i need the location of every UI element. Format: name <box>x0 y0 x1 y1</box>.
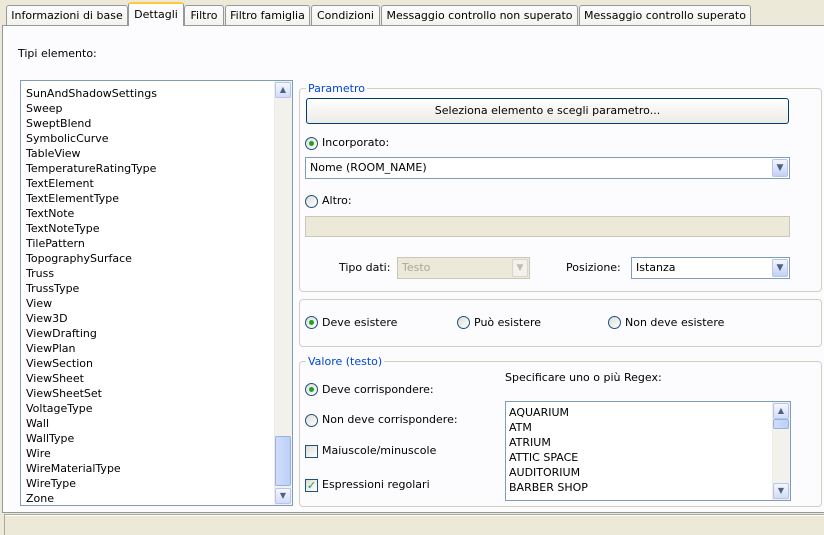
maiuscole-label: Maiuscole/minuscole <box>322 444 437 457</box>
list-item[interactable]: TextElementType <box>26 191 119 206</box>
altro-radio[interactable] <box>305 195 318 208</box>
list-item[interactable]: AUDITORIUM <box>509 465 580 480</box>
list-item[interactable]: SweptBlend <box>26 116 91 131</box>
parametro-title: Parametro <box>306 82 367 95</box>
scroll-down-icon[interactable]: ▼ <box>275 488 291 504</box>
regex-list[interactable]: AQUARIUM ATM ATRIUM ATTIC SPACE AUDITORIUM BA… <box>505 401 791 501</box>
maiuscole-checkbox[interactable] <box>305 445 318 458</box>
element-types-scrollbar[interactable]: ▲ ▼ <box>274 81 292 505</box>
list-item[interactable]: WireMaterialType <box>26 461 121 476</box>
list-item[interactable]: AQUARIUM <box>509 405 569 420</box>
posizione-label: Posizione: <box>566 261 621 274</box>
non-deve-corrispondere-label: Non deve corrispondere: <box>322 413 458 426</box>
list-item[interactable]: ATTIC SPACE <box>509 450 578 465</box>
tab-filtro[interactable]: Filtro <box>184 5 224 25</box>
tab-messaggio-non-superato[interactable]: Messaggio controllo non superato <box>381 5 578 25</box>
regex-list-label: Specificare uno o più Regex: <box>505 371 662 384</box>
list-item[interactable]: SunAndShadowSettings <box>26 86 157 101</box>
incorporato-value: Nome (ROOM_NAME) <box>310 161 427 174</box>
element-types-label: Tipi elemento: <box>18 47 97 60</box>
list-item[interactable]: TextNote <box>26 206 74 221</box>
altro-input[interactable] <box>305 216 790 237</box>
non-deve-esistere-radio[interactable] <box>608 316 621 329</box>
incorporato-label: Incorporato: <box>322 136 390 149</box>
element-types-list[interactable]: SunAndShadowSettings Sweep SweptBlend Symbo… <box>20 80 293 506</box>
list-item[interactable]: WireType <box>26 476 76 491</box>
list-item[interactable]: TilePattern <box>26 236 85 251</box>
posizione-combo[interactable]: Istanza ▼ <box>631 257 790 279</box>
scroll-up-icon[interactable]: ▲ <box>275 82 291 98</box>
list-item[interactable]: TextNoteType <box>26 221 100 236</box>
deve-corrispondere-radio[interactable] <box>305 383 318 396</box>
regex-scrollbar[interactable]: ▲ ▼ <box>772 402 790 500</box>
list-item[interactable]: Truss <box>26 266 54 281</box>
list-item[interactable]: TextElement <box>26 176 94 191</box>
espressioni-regolari-label: Espressioni regolari <box>322 478 430 491</box>
valore-title: Valore (testo) <box>306 355 385 368</box>
list-item[interactable]: ViewSheetSet <box>26 386 102 401</box>
list-item[interactable]: View <box>26 296 52 311</box>
scroll-down-icon[interactable]: ▼ <box>773 483 789 499</box>
list-item[interactable]: ViewPlan <box>26 341 76 356</box>
list-item[interactable]: ATM <box>509 420 532 435</box>
tipo-dati-label: Tipo dati: <box>339 261 391 274</box>
puo-esistere-label: Può esistere <box>474 316 542 329</box>
scroll-thumb[interactable] <box>275 436 291 486</box>
tipo-dati-combo[interactable]: Testo ▼ <box>397 257 530 279</box>
non-deve-corrispondere-radio[interactable] <box>305 414 318 427</box>
tab-dettagli[interactable]: Dettagli <box>128 2 184 26</box>
chevron-down-icon[interactable]: ▼ <box>772 159 788 177</box>
list-item[interactable]: TableView <box>26 146 81 161</box>
list-item[interactable]: BARBER SHOP <box>509 480 588 495</box>
list-item[interactable]: ATRIUM <box>509 435 551 450</box>
list-item[interactable]: TemperatureRatingType <box>26 161 156 176</box>
list-item[interactable]: View3D <box>26 311 68 326</box>
tab-informazioni-di-base[interactable]: Informazioni di base <box>6 5 128 25</box>
deve-corrispondere-label: Deve corrispondere: <box>322 383 434 396</box>
list-item[interactable]: Zone <box>26 491 54 505</box>
scroll-up-icon[interactable]: ▲ <box>773 403 789 419</box>
tab-messaggio-superato[interactable]: Messaggio controllo superato <box>579 5 751 25</box>
posizione-value: Istanza <box>636 261 676 274</box>
incorporato-radio[interactable] <box>305 137 318 150</box>
chevron-down-icon[interactable]: ▼ <box>512 259 528 277</box>
non-deve-esistere-label: Non deve esistere <box>625 316 725 329</box>
deve-esistere-label: Deve esistere <box>322 316 398 329</box>
incorporato-combo[interactable]: Nome (ROOM_NAME) ▼ <box>305 157 790 179</box>
scroll-thumb[interactable] <box>773 419 789 429</box>
deve-esistere-radio[interactable] <box>305 316 318 329</box>
tab-condizioni[interactable]: Condizioni <box>311 5 380 25</box>
list-item[interactable]: WallType <box>26 431 74 446</box>
list-item[interactable]: Wire <box>26 446 51 461</box>
list-item[interactable]: Wall <box>26 416 49 431</box>
list-item[interactable]: TopographySurface <box>26 251 132 266</box>
list-item[interactable]: ViewSheet <box>26 371 84 386</box>
espressioni-regolari-checkbox[interactable]: ✓ <box>305 479 318 492</box>
puo-esistere-radio[interactable] <box>457 316 470 329</box>
list-item[interactable]: ViewDrafting <box>26 326 97 341</box>
bottom-bar <box>0 513 824 535</box>
altro-label: Altro: <box>322 194 352 207</box>
tipo-dati-value: Testo <box>402 261 431 274</box>
list-item[interactable]: ViewSection <box>26 356 93 371</box>
list-item[interactable]: VoltageType <box>26 401 93 416</box>
chevron-down-icon[interactable]: ▼ <box>772 259 788 277</box>
tab-filtro-famiglia[interactable]: Filtro famiglia <box>225 5 310 25</box>
list-item[interactable]: Sweep <box>26 101 63 116</box>
select-element-button[interactable]: Seleziona elemento e scegli parametro... <box>306 98 789 124</box>
list-item[interactable]: TrussType <box>26 281 79 296</box>
list-item[interactable]: SymbolicCurve <box>26 131 109 146</box>
tab-strip: Informazioni di base Dettagli Filtro Fil… <box>0 0 824 26</box>
